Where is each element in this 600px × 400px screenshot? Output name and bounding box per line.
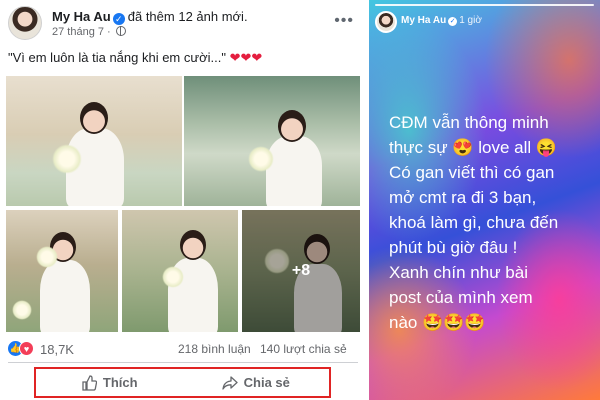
post-photo-1[interactable] [6,76,182,206]
share-button-label: Chia sẻ [243,375,290,390]
post-action-text: đã thêm 12 ảnh mới. [127,9,248,24]
story-author-line: My Ha Au ✓ 1 giờ [401,15,482,26]
share-icon [221,375,238,390]
facebook-post: My Ha Au ✓ đã thêm 12 ảnh mới. 27 tháng 7 … [0,0,364,400]
divider [8,362,358,363]
story-line: thực sự 😍 love all 😝 [389,138,558,157]
story-line: CĐM vẫn thông minh [389,113,549,132]
post-caption: "Vì em luôn là tia nắng khi em cười..." … [8,50,262,66]
thumb-icon [82,374,97,391]
story-line: post của mình xem [389,288,533,307]
story-line: Có gan viết thì có gan [389,163,555,182]
story-progress-bar [375,4,594,6]
story-verified-icon: ✓ [448,17,458,26]
caption-text: "Vì em luôn là tia nắng khi em cười..." [8,50,226,65]
more-photos-overlay[interactable]: +8 [242,210,360,332]
story-line: mở cmt ra đi 3 bạn, [389,188,537,207]
post-date[interactable]: 27 tháng 7 [52,26,104,38]
post-action-bar: Thích Chia sẻ [34,367,331,398]
share-button[interactable]: Chia sẻ [183,369,330,396]
reaction-count[interactable]: 18,7K [40,342,74,357]
story-author-name[interactable]: My Ha Au [401,15,446,26]
post-photo-5[interactable]: +8 [242,210,360,332]
like-button[interactable]: Thích [36,369,183,396]
like-button-label: Thích [102,375,138,390]
author-name[interactable]: My Ha Au [52,9,111,24]
post-photo-2[interactable] [184,76,360,206]
love-reaction-icon: ♥ [19,341,34,356]
story-time: 1 giờ [459,15,482,26]
story-text: CĐM vẫn thông minh thực sự 😍 love all 😝 … [389,110,594,335]
globe-icon [115,26,126,36]
story-line: Xanh chín như bài [389,263,528,282]
post-header: My Ha Au ✓ đã thêm 12 ảnh mới. 27 tháng 7 … [8,6,358,42]
author-avatar[interactable] [8,6,42,40]
post-photo-3[interactable] [6,210,118,332]
author-line: My Ha Au ✓ đã thêm 12 ảnh mới. [52,9,248,25]
story-line: phút bù giờ đâu ! [389,238,518,257]
verified-icon: ✓ [112,13,125,25]
story-avatar[interactable] [375,11,397,33]
story-line: nào 🤩🤩🤩 [389,313,486,332]
share-count[interactable]: 140 lượt chia sẻ [260,342,347,356]
more-icon[interactable]: ••• [334,12,354,30]
reactions-row: 👍 ♥ 18,7K 218 bình luận 140 lượt chia sẻ [8,341,358,357]
heart-emojis: ❤❤❤ [229,50,263,65]
comment-count[interactable]: 218 bình luận [178,342,251,356]
story-panel[interactable]: My Ha Au ✓ 1 giờ CĐM vẫn thông minh thực s… [369,0,600,400]
story-line: khoá làm gì, chưa đến [389,213,559,232]
post-photo-4[interactable] [122,210,238,332]
post-meta: 27 tháng 7 · [52,26,126,38]
